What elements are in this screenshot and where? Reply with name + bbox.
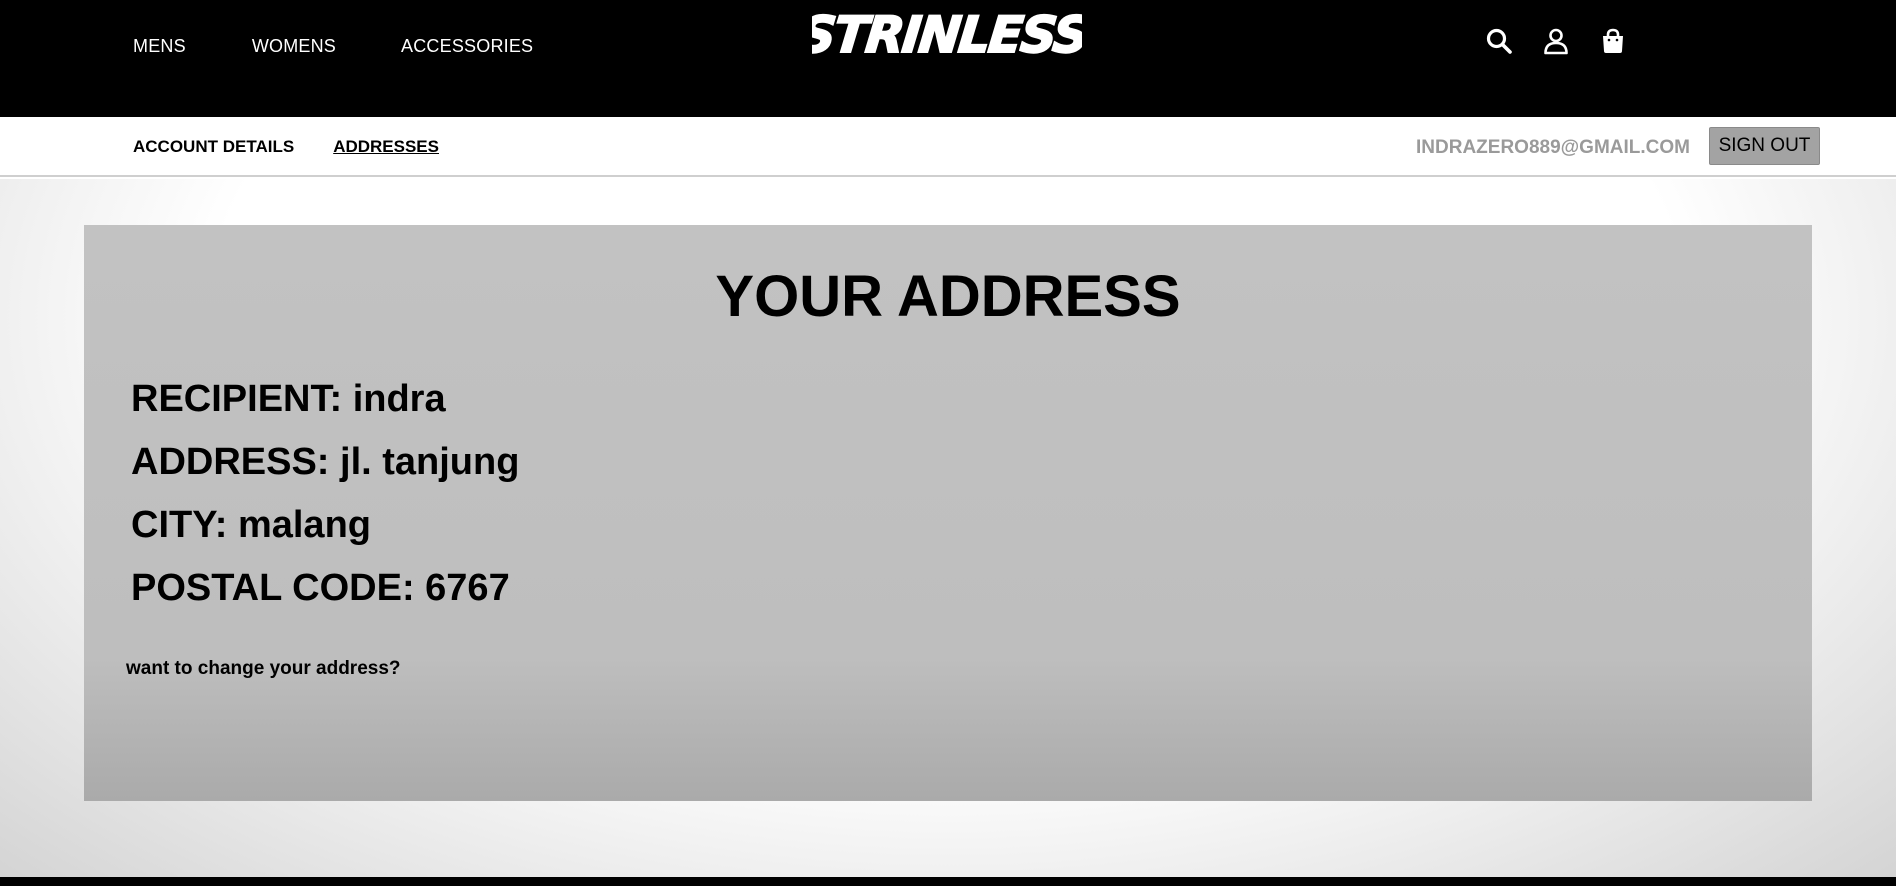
address-card: YOUR ADDRESS RECIPIENT: indra ADDRESS: j… (84, 225, 1812, 801)
header-icons (1485, 27, 1627, 55)
change-address-link[interactable]: want to change your address? (126, 658, 401, 680)
footer-bar (0, 877, 1896, 886)
shopping-bag-icon[interactable] (1599, 27, 1627, 55)
sign-out-button[interactable]: SIGN OUT (1709, 127, 1820, 165)
nav-womens[interactable]: WOMENS (252, 36, 336, 57)
tab-account-details[interactable]: ACCOUNT DETAILS (133, 137, 294, 157)
address-title: YOUR ADDRESS (715, 264, 1181, 329)
account-subnav: ACCOUNT DETAILS ADDRESSES (133, 137, 439, 157)
nav-mens[interactable]: MENS (133, 36, 186, 57)
tab-addresses[interactable]: ADDRESSES (333, 137, 439, 157)
svg-text:STRINLESS: STRINLESS (812, 5, 1082, 64)
nav-accessories[interactable]: ACCESSORIES (401, 36, 533, 57)
address-fields: RECIPIENT: indra ADDRESS: jl. tanjung CI… (131, 377, 519, 629)
user-icon[interactable] (1542, 27, 1570, 55)
account-subnav-bar: ACCOUNT DETAILS ADDRESSES INDRAZERO889@G… (0, 117, 1896, 177)
postal-code-field: POSTAL CODE: 6767 (131, 567, 510, 609)
brand-logo[interactable]: STRINLESS (796, 2, 1091, 68)
search-icon[interactable] (1485, 27, 1513, 55)
recipient-field: RECIPIENT: indra (131, 378, 446, 420)
main-nav: MENS WOMENS ACCESSORIES (133, 36, 533, 57)
top-header: MENS WOMENS ACCESSORIES STRINLESS (0, 0, 1896, 117)
address-field: ADDRESS: jl. tanjung (131, 441, 520, 483)
user-email: INDRAZERO889@GMAIL.COM (1416, 137, 1690, 158)
city-field: CITY: malang (131, 504, 371, 546)
